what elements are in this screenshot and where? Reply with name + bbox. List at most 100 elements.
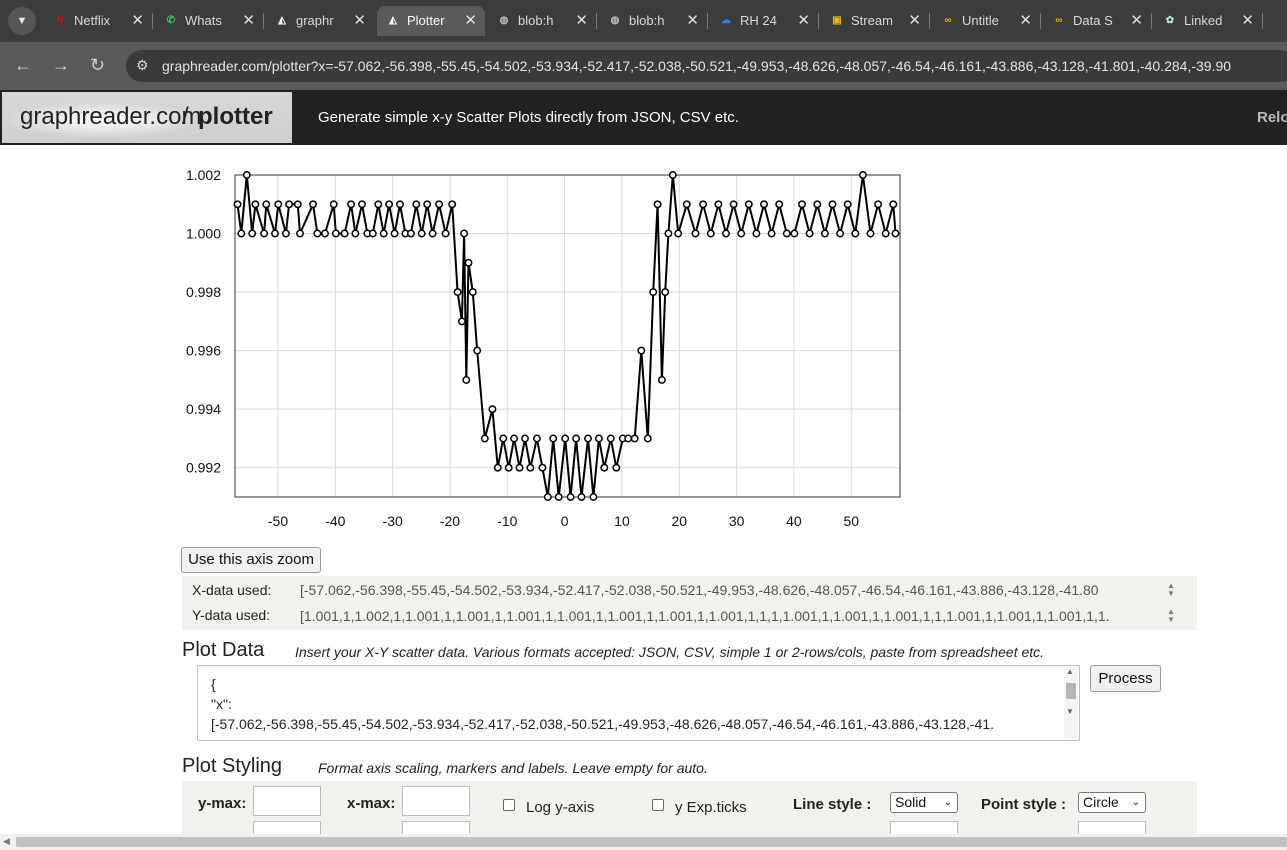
x-tick-label: 40 <box>786 513 802 529</box>
line-style-select[interactable]: Solid ⌄ <box>890 792 958 813</box>
browser-tab[interactable]: ◍ blob:h ✕ <box>488 6 597 36</box>
site-settings-icon[interactable]: ⚙ <box>136 57 149 74</box>
tab-title: blob:h <box>629 13 665 28</box>
browser-tab[interactable]: ☁ RH 24 ✕ <box>710 6 819 36</box>
horizontal-scroll-thumb[interactable] <box>16 837 1287 847</box>
close-icon[interactable]: ✕ <box>1241 11 1254 29</box>
data-point <box>296 229 304 238</box>
close-icon[interactable]: ✕ <box>353 11 366 29</box>
scatter-plot[interactable]: -50 -40 -30 -20 -10 0 10 20 30 40 50 0.992 0.994 0.99… <box>170 158 920 538</box>
data-point <box>309 200 317 209</box>
browser-tab[interactable]: ◍ blob:h ✕ <box>599 6 708 36</box>
close-icon[interactable]: ✕ <box>686 11 699 29</box>
browser-toolbar: ← → ↻ ⚙ graphreader.com/plotter?x=-57.06… <box>0 42 1287 90</box>
data-point <box>664 229 673 238</box>
x-data-used-value[interactable]: [-57.062,-56.398,-55.45,-54.502,-53.934,… <box>300 582 1158 598</box>
data-point <box>448 200 457 209</box>
y-tick-label: 0.996 <box>186 343 221 359</box>
y-tick-label: 1.000 <box>186 226 221 242</box>
textarea-line: "x": <box>211 696 232 712</box>
data-point <box>406 229 415 238</box>
reload-icon[interactable]: ↻ <box>90 55 105 75</box>
textarea-line: { <box>211 676 216 692</box>
y-exp-ticks-checkbox[interactable] <box>652 799 664 811</box>
close-icon[interactable]: ✕ <box>242 11 255 29</box>
browser-tab[interactable]: N Netflix ✕ <box>44 6 153 36</box>
process-button[interactable]: Process <box>1090 665 1161 692</box>
graphreader-icon: ◭ <box>389 15 397 26</box>
data-point <box>752 229 761 238</box>
scroll-up-icon[interactable]: ▲ <box>1066 667 1074 676</box>
site-logo[interactable]: graphreader.com / plotter <box>2 92 292 143</box>
x-data-spinner-icon[interactable]: ▲ ▼ <box>1167 582 1175 598</box>
tab-title: Whats <box>185 13 222 28</box>
close-icon[interactable]: ✕ <box>575 11 588 29</box>
logo-domain: graphreader.com <box>20 103 202 130</box>
plot-styling-heading: Plot Styling <box>182 755 283 777</box>
y-data-spinner-icon[interactable]: ▲ ▼ <box>1167 608 1175 624</box>
textarea-scrollbar[interactable]: ▲ ▼ <box>1064 667 1078 739</box>
graphreader-icon: ◭ <box>278 15 286 26</box>
data-point <box>691 229 700 238</box>
data-point <box>661 288 670 297</box>
browser-tab[interactable]: ∞ Untitle ✕ <box>932 6 1041 36</box>
browser-tab[interactable]: ✿ Linked ✕ <box>1154 6 1263 36</box>
close-icon[interactable]: ✕ <box>464 11 477 29</box>
browser-tab[interactable]: ◭ graphr ✕ <box>266 6 374 36</box>
tab-separator <box>596 13 597 29</box>
log-y-axis-checkbox[interactable] <box>503 799 515 811</box>
tab-title: Linked <box>1184 13 1223 28</box>
close-icon[interactable]: ✕ <box>1130 11 1143 29</box>
scroll-down-icon[interactable]: ▼ <box>1066 707 1074 716</box>
data-point <box>242 171 251 179</box>
y-data-used-value[interactable]: [1.001,1,1.002,1,1.001,1,1.001,1,1.001,1… <box>300 608 1158 624</box>
browser-tab[interactable]: ◭ Plotter ✕ <box>377 6 485 36</box>
plot-data-textarea[interactable]: { "x": [-57.062,-56.398,-55.45,-54.502,-… <box>197 665 1080 741</box>
page-horizontal-scrollbar[interactable]: ◀ <box>0 834 1287 850</box>
data-point <box>820 229 829 238</box>
url-text[interactable]: graphreader.com/plotter?x=-57.062,-56.39… <box>162 58 1286 74</box>
data-point <box>285 200 294 209</box>
data-point <box>480 434 489 443</box>
tab-separator <box>818 13 819 29</box>
browser-tab[interactable]: ✆ Whats ✕ <box>155 6 264 36</box>
data-point <box>423 200 432 209</box>
data-point <box>760 200 768 209</box>
plot-styling-panel: y-max: x-max: Log y-axis y Exp.ticks Lin… <box>182 781 1197 841</box>
use-axis-zoom-button[interactable]: Use this axis zoom <box>181 547 321 573</box>
data-point <box>782 229 791 238</box>
data-point <box>274 200 283 209</box>
x-tick-label: 0 <box>561 513 569 529</box>
data-point <box>699 200 708 209</box>
forward-arrow-icon[interactable]: → <box>52 55 70 75</box>
y-max-input[interactable] <box>253 786 321 816</box>
point-style-select[interactable]: Circle ⌄ <box>1078 792 1146 813</box>
browser-tab[interactable]: ▣ Stream ✕ <box>821 6 930 36</box>
data-point <box>836 229 845 238</box>
close-icon[interactable]: ✕ <box>1019 11 1032 29</box>
scroll-thumb[interactable] <box>1066 683 1076 699</box>
data-point <box>624 434 633 443</box>
data-point <box>790 229 799 238</box>
close-icon[interactable]: ✕ <box>908 11 921 29</box>
tab-separator <box>1040 13 1041 29</box>
data-point <box>526 463 535 472</box>
scroll-left-icon[interactable]: ◀ <box>3 836 10 847</box>
back-arrow-icon[interactable]: ← <box>14 55 32 75</box>
browser-tab[interactable]: ∞ Data S ✕ <box>1043 6 1152 36</box>
x-max-input[interactable] <box>402 786 470 816</box>
tab-title: Untitle <box>962 13 999 28</box>
data-point <box>612 463 621 472</box>
data-point <box>813 200 822 209</box>
tab-search-button[interactable]: ▼ <box>8 7 36 35</box>
data-point <box>637 346 646 355</box>
x-tick-label: 20 <box>671 513 687 529</box>
close-icon[interactable]: ✕ <box>131 11 144 29</box>
data-point <box>767 229 776 238</box>
y-tick-label: 0.994 <box>186 401 221 417</box>
close-icon[interactable]: ✕ <box>797 11 810 29</box>
address-bar[interactable]: ⚙ graphreader.com/plotter?x=-57.062,-56.… <box>126 50 1287 82</box>
header-right-link[interactable]: Relo <box>1257 109 1287 126</box>
browser-tab-strip: ▼ N Netflix ✕ ✆ Whats ✕ ◭ graphr ✕ ◭ Plotter ✕ ◍ blob… <box>0 0 1287 42</box>
point-style-value: Circle <box>1083 794 1119 810</box>
